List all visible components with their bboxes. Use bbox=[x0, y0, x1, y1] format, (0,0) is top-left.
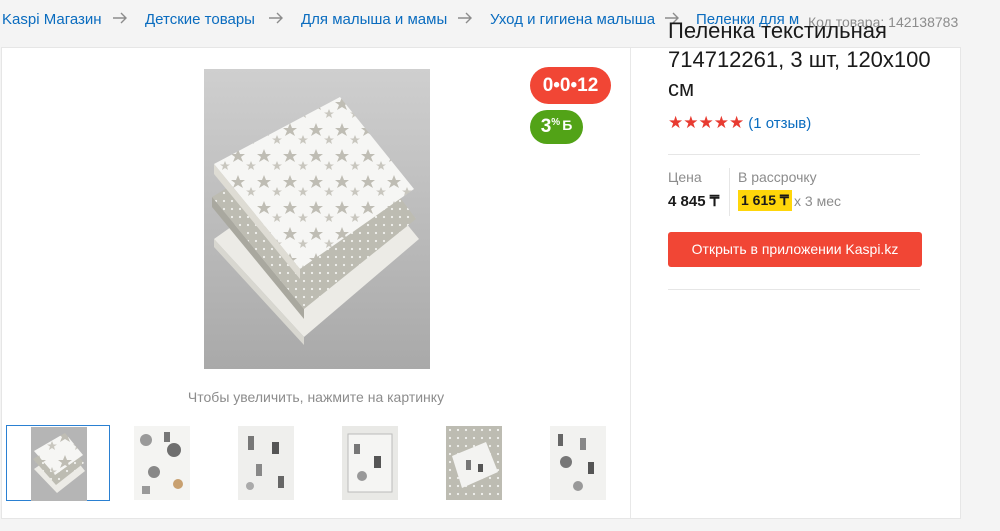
product-rating: ★★★★★ (1 отзыв) bbox=[668, 113, 811, 133]
thumbnail-6[interactable] bbox=[526, 425, 630, 501]
thumbnail-image bbox=[134, 426, 190, 500]
thumbnail-image bbox=[550, 426, 606, 500]
price-divider bbox=[729, 168, 730, 216]
breadcrumb-item-baby-mom[interactable]: Для малыша и мамы bbox=[301, 11, 447, 28]
bonus-badge: 3% Б bbox=[530, 110, 583, 144]
product-title: Пеленка текстильная 714712261, 3 шт, 120… bbox=[668, 18, 931, 101]
thumbnail-3[interactable] bbox=[214, 425, 318, 501]
thumbnail-image bbox=[446, 426, 502, 500]
thumbnail-1[interactable] bbox=[6, 425, 110, 501]
divider bbox=[668, 289, 920, 290]
arrow-right-icon bbox=[113, 12, 127, 24]
zoom-hint: Чтобы увеличить, нажмите на картинку bbox=[187, 389, 445, 405]
main-product-image[interactable] bbox=[204, 69, 430, 369]
arrow-right-icon bbox=[269, 12, 283, 24]
thumbnail-image bbox=[31, 427, 87, 501]
breadcrumb-item-baby-care[interactable]: Уход и гигиена малыша bbox=[490, 11, 655, 28]
price-value: 4 845 ₸ bbox=[668, 193, 720, 210]
reviews-link[interactable]: (1 отзыв) bbox=[748, 115, 811, 132]
installment-label: В рассрочку bbox=[738, 169, 817, 185]
open-in-app-button[interactable]: Открыть в приложении Kaspi.kz bbox=[668, 232, 922, 267]
bonus-percent-sign: % bbox=[551, 117, 561, 128]
thumbnail-5[interactable] bbox=[422, 425, 526, 501]
installment-badge: 0•0•12 bbox=[530, 67, 611, 104]
arrow-right-icon bbox=[458, 12, 472, 24]
rating-stars-icon: ★★★★★ bbox=[668, 113, 745, 132]
product-card: Чтобы увеличить, нажмите на картинку 0•0… bbox=[1, 47, 961, 519]
thumbnail-4[interactable] bbox=[318, 425, 422, 501]
thumbnail-image bbox=[238, 426, 294, 500]
thumbnail-2[interactable] bbox=[110, 425, 214, 501]
price-label: Цена bbox=[668, 169, 702, 185]
breadcrumb-item-kaspi-store[interactable]: Kaspi Магазин bbox=[2, 11, 102, 28]
column-divider bbox=[630, 48, 631, 518]
installment-term: x 3 мес bbox=[794, 193, 841, 209]
breadcrumb-item-kids[interactable]: Детские товары bbox=[145, 11, 255, 28]
installment-amount: 1 615 ₸ bbox=[738, 190, 792, 211]
bonus-currency: Б bbox=[562, 117, 573, 133]
bonus-percent: 3 bbox=[540, 116, 552, 137]
product-photo bbox=[204, 69, 430, 369]
thumbnail-strip bbox=[2, 425, 630, 505]
divider bbox=[668, 154, 920, 155]
thumbnail-image bbox=[342, 426, 398, 500]
